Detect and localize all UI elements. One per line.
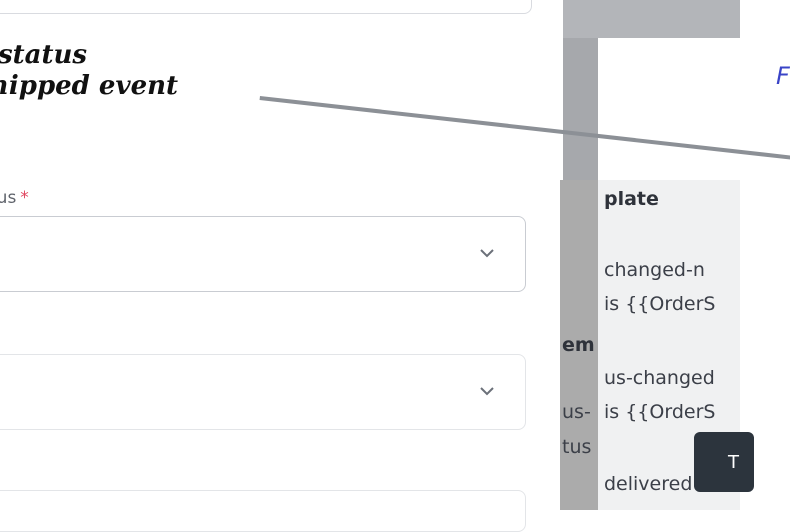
dark-button-label: T [728,452,739,473]
template-row-1-line-1: changed-n [604,259,705,281]
item-row-line-1: us- [562,401,591,423]
status-select[interactable] [0,216,526,292]
dark-button[interactable]: T [694,432,754,492]
second-select[interactable] [0,354,526,430]
third-field[interactable] [0,490,526,532]
form-heading-line-2: hipped event [0,71,179,101]
top-field[interactable] [0,0,532,14]
status-label-text: tus [0,188,17,208]
event-form-card: status hipped event tus* [0,0,550,532]
required-marker: * [20,188,29,208]
canvas-label-fragment: F [776,62,790,90]
item-header: em [562,334,595,356]
template-row-2-line-1: us-changed [604,367,715,389]
item-row-line-2: tus [562,436,592,458]
template-row-2-line-2: is {{OrderS [604,401,716,423]
template-row-3-line-1: delivered [604,473,693,495]
form-heading: status hipped event [0,40,178,102]
chevron-down-icon [480,249,494,258]
status-label: tus* [0,188,29,208]
background-panel-top [563,0,740,38]
chevron-down-icon [480,387,494,396]
template-header: plate [604,188,659,210]
template-row-1-line-2: is {{OrderS [604,293,716,315]
form-heading-line-1: status [0,40,88,70]
